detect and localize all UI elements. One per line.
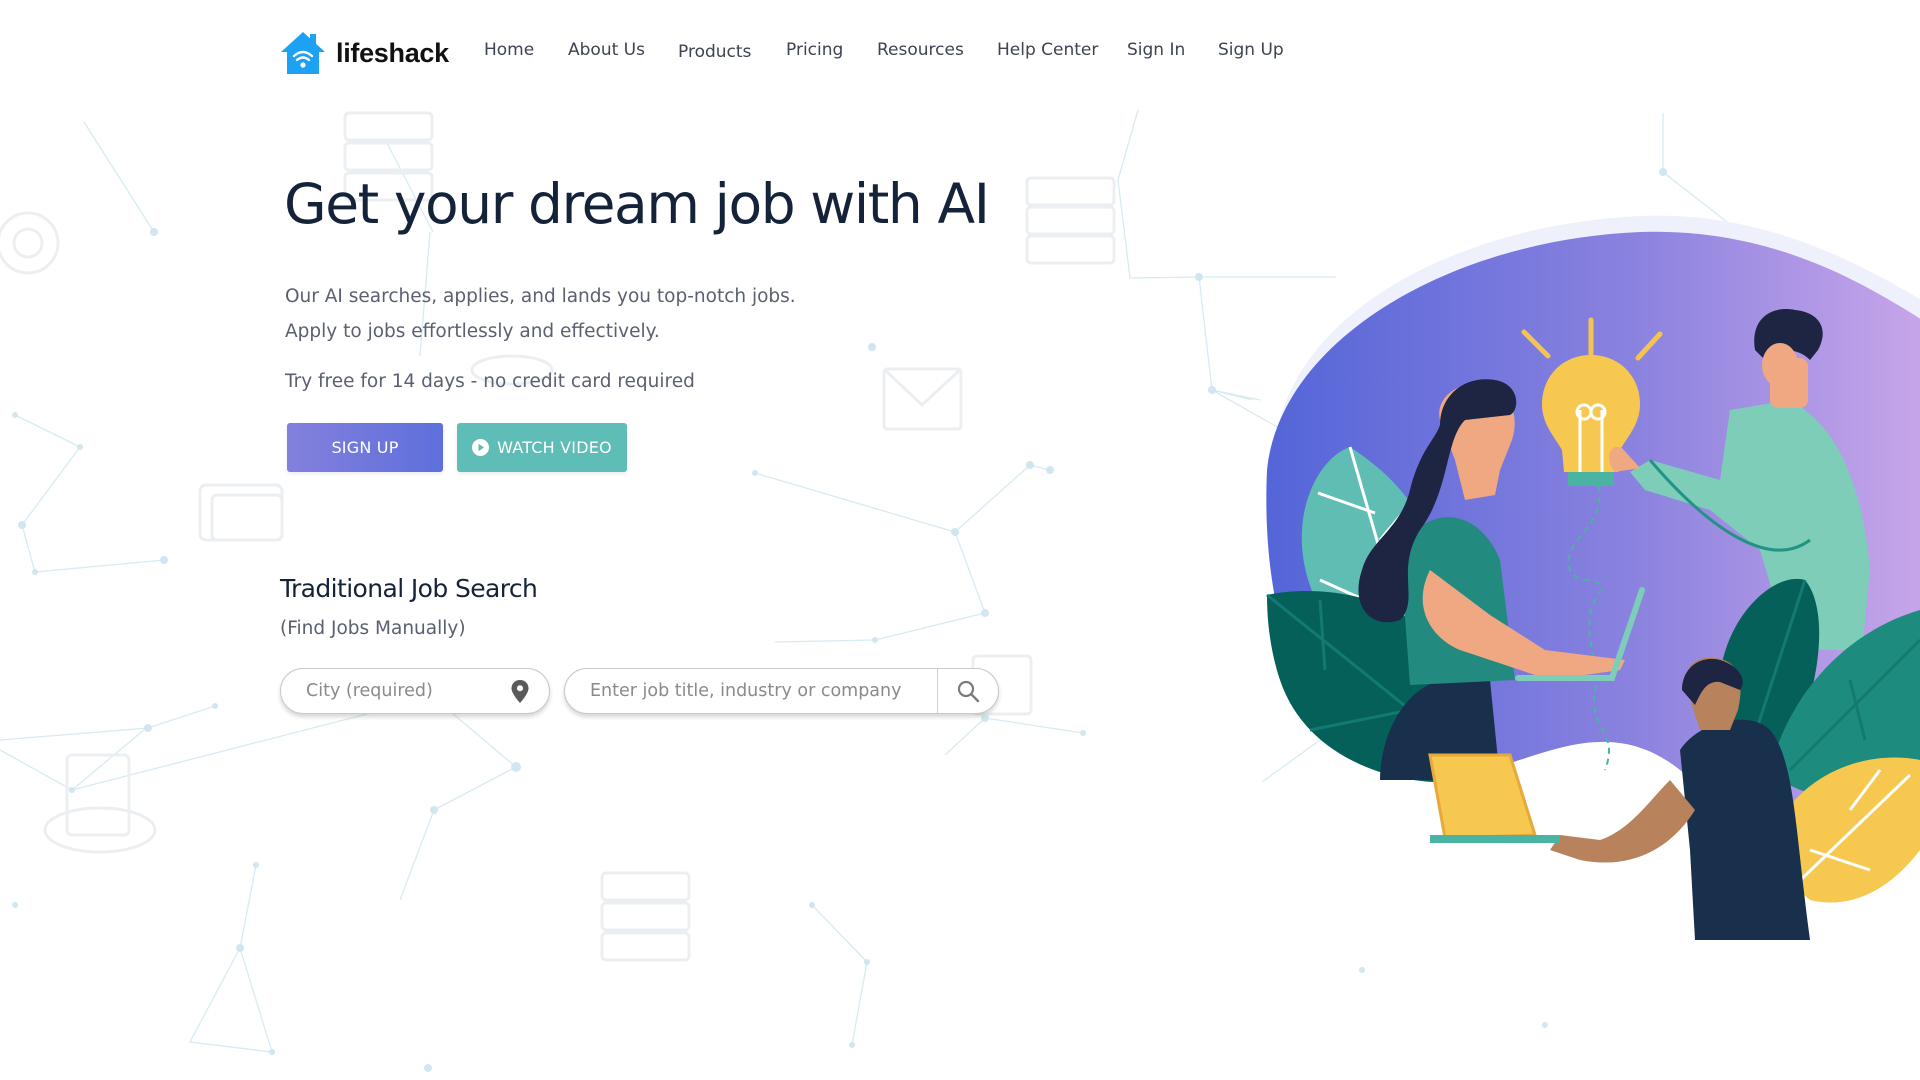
trial-note: Try free for 14 days - no credit card re…	[285, 371, 695, 392]
nav-help-center[interactable]: Help Center	[997, 40, 1098, 60]
team-ideas-illustration	[1266, 215, 1920, 940]
nav-about-us[interactable]: About Us	[568, 40, 645, 60]
watch-video-button[interactable]: WATCH VIDEO	[457, 423, 627, 472]
sign-up-button-label: SIGN UP	[331, 438, 399, 457]
map-pin-icon	[511, 680, 529, 703]
brand-logo[interactable]: lifeshack	[280, 30, 449, 76]
job-search-input[interactable]	[565, 669, 937, 713]
search-button[interactable]	[937, 669, 998, 713]
job-search-field	[564, 668, 999, 714]
nav-home[interactable]: Home	[484, 40, 534, 60]
watch-video-button-label: WATCH VIDEO	[497, 438, 612, 457]
nav-resources[interactable]: Resources	[877, 40, 964, 60]
house-wifi-icon	[281, 32, 325, 74]
hero-description: Our AI searches, applies, and lands you …	[285, 286, 796, 342]
traditional-search-title: Traditional Job Search	[280, 574, 538, 603]
city-field	[280, 668, 550, 714]
hero-illustration	[1250, 210, 1920, 950]
sign-up-button[interactable]: SIGN UP	[287, 423, 443, 472]
nav-products[interactable]: Products	[678, 42, 751, 62]
search-icon	[957, 680, 980, 703]
city-input[interactable]	[281, 669, 508, 713]
play-circle-icon	[472, 439, 490, 456]
traditional-search-subtitle: (Find Jobs Manually)	[280, 618, 466, 639]
nav-sign-in[interactable]: Sign In	[1127, 40, 1185, 60]
nav-sign-up[interactable]: Sign Up	[1218, 40, 1284, 60]
brand-name: lifeshack	[336, 37, 449, 68]
hero-headline: Get your dream job with AI	[284, 172, 990, 236]
nav-pricing[interactable]: Pricing	[786, 40, 843, 60]
site-header: lifeshack Home About Us Products Pricing…	[0, 0, 1920, 106]
